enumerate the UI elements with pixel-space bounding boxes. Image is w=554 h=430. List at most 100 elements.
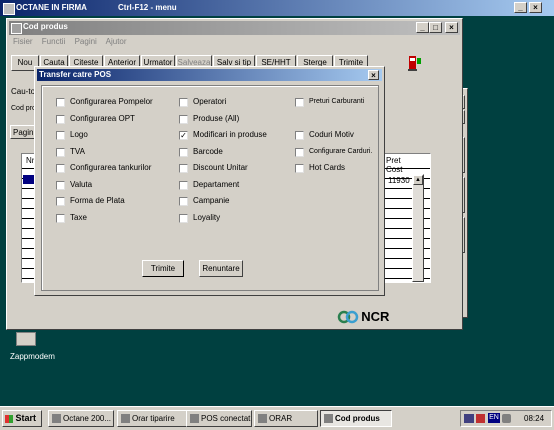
dialog-group-box: Configurarea Pompelor Configurarea OPT L… — [41, 85, 379, 291]
taskbar-item-label: ORAR — [269, 414, 293, 423]
transfer-dialog: Transfer catre POS × Configurarea Pompel… — [34, 66, 385, 296]
checkbox[interactable] — [56, 98, 65, 107]
taskbar-item-octane[interactable]: Octane 200... — [48, 410, 114, 427]
zappmodem-desktop-icon[interactable]: Zappmodem — [10, 332, 55, 361]
checkbox[interactable] — [179, 213, 188, 223]
option-label: Configurarea OPT — [70, 113, 135, 123]
menu-bar: Fisier Functii Pagini Ajutor — [13, 37, 134, 47]
checkbox[interactable] — [179, 147, 188, 157]
option-label: Logo — [70, 130, 88, 139]
system-tray: EN 08:24 — [460, 410, 552, 427]
checkbox[interactable] — [295, 147, 304, 157]
main-maximize-button[interactable]: □ — [429, 22, 442, 33]
menu-functii[interactable]: Functii — [42, 37, 66, 46]
main-minimize-button[interactable]: _ — [416, 22, 429, 33]
option-label: Hot Cards — [309, 163, 346, 172]
cod-produs-label: Cod pro — [11, 105, 36, 112]
option-label: Configurarea tankurilor — [70, 163, 152, 172]
volume-tray-icon[interactable] — [502, 414, 511, 423]
checkbox[interactable] — [56, 114, 65, 124]
option-label: Operatori — [193, 97, 227, 106]
checkbox[interactable] — [56, 180, 65, 190]
option-label: TVA — [70, 146, 85, 156]
taskbar-item-label: Orar tiparire — [132, 414, 175, 423]
menu-fisier[interactable]: Fisier — [13, 37, 33, 46]
checkbox[interactable] — [56, 164, 65, 173]
taskbar-item-orar[interactable]: ORAR — [254, 410, 318, 427]
grid-column-pret-header: Pret — [386, 156, 401, 165]
language-indicator[interactable]: EN — [488, 413, 500, 423]
option-label: Barcode — [193, 146, 223, 156]
menu-ajutor[interactable]: Ajutor — [106, 37, 127, 46]
window-app-icon — [121, 414, 130, 424]
option-label: Discount Unitar — [193, 163, 248, 172]
option-label: Modificari in produse — [193, 130, 267, 139]
option-label: Forma de Plata — [70, 196, 125, 205]
option-label: Coduri Motiv — [309, 130, 354, 139]
start-button[interactable]: Start — [2, 410, 42, 427]
taskbar-item-label: POS conectat — [201, 414, 251, 423]
minimize-button[interactable]: _ — [514, 2, 527, 13]
shield-tray-icon[interactable] — [476, 414, 485, 423]
taskbar-item-pos-conectat[interactable]: POS conectat — [186, 410, 252, 427]
start-label: Start — [15, 413, 37, 423]
clock[interactable]: 08:24 — [524, 412, 544, 425]
renuntare-button[interactable]: Renuntare — [199, 260, 243, 277]
cost-cell[interactable]: 11930 — [388, 176, 410, 185]
app-titlebar: OCTANE IN FIRMA Ctrl-F12 - menu _ × — [0, 0, 554, 16]
window-icon — [11, 23, 22, 34]
ncr-logo: NCR — [337, 309, 389, 324]
checkbox[interactable] — [295, 131, 304, 140]
option-label: Configurare Carduri. — [309, 147, 373, 155]
checkbox[interactable] — [56, 213, 65, 223]
trimite-button[interactable]: Trimite — [142, 260, 184, 277]
close-button[interactable]: × — [529, 2, 542, 13]
option-label: Configurarea Pompelor — [70, 97, 153, 106]
ncr-logo-text: NCR — [361, 309, 390, 324]
taskbar-item-label: Cod produs — [335, 414, 380, 423]
option-label: Campanie — [193, 196, 230, 205]
dialog-title: Transfer catre POS — [39, 70, 112, 79]
dialog-close-button[interactable]: × — [368, 70, 379, 80]
option-label: Loyality — [193, 212, 221, 222]
checkbox[interactable] — [179, 180, 188, 190]
window-app-icon — [258, 414, 267, 424]
main-window-title: Cod produs — [23, 22, 68, 31]
fuel-pump-icon — [408, 56, 421, 71]
app-title: OCTANE IN FIRMA — [16, 3, 87, 12]
checkbox-checked[interactable]: ✓ — [179, 131, 188, 140]
window-app-icon — [324, 414, 333, 424]
taskbar: Start Octane 200... Orar tiparire POS co… — [0, 406, 554, 430]
checkbox[interactable] — [295, 164, 304, 173]
taskbar-item-label: Octane 200... — [63, 414, 112, 423]
option-label: Produse (All) — [193, 113, 240, 123]
option-label: Valuta — [70, 179, 93, 189]
octane-app-icon — [52, 414, 61, 424]
search-label: Cau-to — [11, 87, 36, 96]
grid-scrollbar[interactable]: ▲ — [412, 174, 424, 282]
ncr-logo-icon — [337, 310, 359, 323]
checkbox[interactable] — [295, 98, 304, 107]
taskbar-item-orar-tiparire[interactable]: Orar tiparire — [117, 410, 193, 427]
menu-pagini[interactable]: Pagini — [75, 37, 97, 46]
checkbox[interactable] — [179, 164, 188, 173]
option-label: Preturi Carburanti — [309, 98, 365, 105]
taskbar-item-cod-produs[interactable]: Cod produs — [320, 410, 392, 427]
windows-logo-icon — [5, 414, 13, 423]
network-tray-icon[interactable] — [464, 414, 474, 423]
checkbox[interactable] — [56, 197, 65, 206]
dialog-titlebar: Transfer catre POS × — [37, 69, 382, 81]
checkbox[interactable] — [179, 114, 188, 124]
option-label: Taxe — [70, 212, 87, 222]
checkbox[interactable] — [56, 147, 65, 157]
main-window-titlebar: Cod produs _ □ × — [9, 21, 460, 35]
checkbox[interactable] — [179, 197, 188, 206]
zappmodem-label: Zappmodem — [10, 352, 55, 361]
option-label: Departament — [193, 179, 240, 189]
main-close-button[interactable]: × — [445, 22, 458, 33]
app-icon — [3, 3, 15, 15]
checkbox[interactable] — [56, 131, 65, 140]
checkbox[interactable] — [179, 98, 188, 107]
app-shortcut-hint: Ctrl-F12 - menu — [118, 3, 177, 12]
scroll-up-arrow-icon[interactable]: ▲ — [413, 175, 423, 185]
